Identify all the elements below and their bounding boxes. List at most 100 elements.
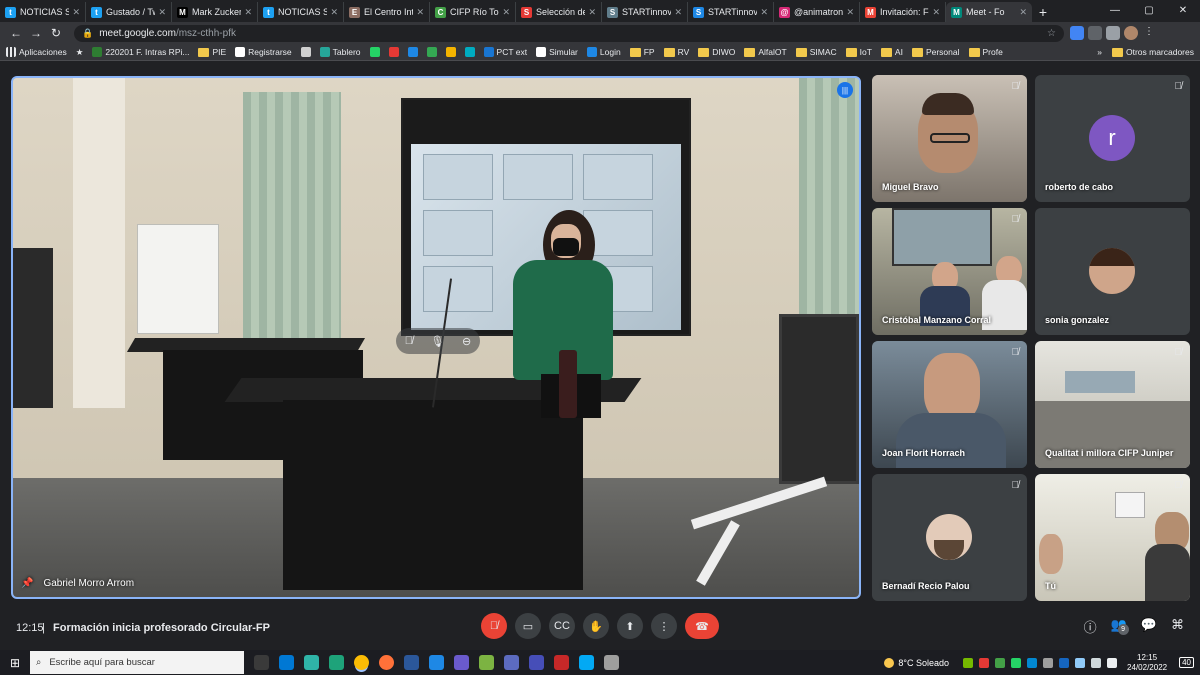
notifications-badge[interactable]: 40	[1179, 657, 1194, 668]
bookmark-item[interactable]: AlfalOT	[744, 47, 787, 57]
outlook-icon[interactable]	[279, 655, 294, 670]
bookmark-item[interactable]: Tablero	[319, 47, 361, 57]
captions-button[interactable]: CC	[549, 613, 575, 639]
chat-icon[interactable]: 💬	[1141, 617, 1157, 644]
bookmark-item[interactable]	[426, 47, 437, 57]
minimize-button[interactable]: —	[1098, 0, 1132, 20]
bookmark-item[interactable]: Simular	[536, 47, 578, 57]
close-tab-icon[interactable]: ✕	[158, 7, 166, 18]
browser-tab[interactable]: M Mark Zuckerb✕	[172, 2, 258, 22]
task-view-icon[interactable]	[254, 655, 269, 670]
word-icon[interactable]	[404, 655, 419, 670]
browser-tab[interactable]: E El Centro Inte✕	[344, 2, 430, 22]
remove-icon[interactable]: ⊖	[462, 335, 471, 348]
bookmark-item[interactable]	[369, 47, 380, 57]
extension-icon[interactable]	[1070, 26, 1084, 40]
tray-icon[interactable]	[1059, 657, 1070, 668]
close-tab-icon[interactable]: ✕	[502, 7, 510, 18]
people-icon[interactable]: 👥 9	[1111, 617, 1129, 644]
app-icon[interactable]	[454, 655, 469, 670]
bookmark-item[interactable]	[445, 47, 456, 57]
browser-tab[interactable]: S STARTinnova ✕	[688, 2, 774, 22]
tray-icon[interactable]	[1027, 657, 1038, 668]
weather-widget[interactable]: 8°C Soleado	[884, 657, 949, 668]
participant-tile[interactable]: 🎙̸ Joan Florit Horrach	[872, 341, 1027, 468]
chrome-icon[interactable]	[354, 655, 369, 670]
address-bar[interactable]: 🔒 meet.google.com/msz-cthh-pfk ☆	[74, 24, 1064, 42]
bookmark-item[interactable]: Aplicaciones	[6, 47, 67, 57]
network-icon[interactable]	[1091, 657, 1102, 668]
close-tab-icon[interactable]: ✕	[674, 7, 682, 18]
close-tab-icon[interactable]: ✕	[760, 7, 768, 18]
tray-icon[interactable]	[1011, 657, 1022, 668]
edge-icon[interactable]	[304, 655, 319, 670]
info-icon[interactable]: ⓘ	[1084, 617, 1097, 644]
bookmark-item[interactable]: Personal	[911, 47, 960, 57]
tray-icon[interactable]	[995, 657, 1006, 668]
close-tab-icon[interactable]: ✕	[330, 7, 338, 18]
app-icon[interactable]	[554, 655, 569, 670]
self-view-tile[interactable]: 🎙̸ Tú	[1035, 474, 1190, 601]
volume-icon[interactable]	[1107, 657, 1118, 668]
bookmark-item[interactable]: 220201 F. Intras RPi...	[92, 47, 189, 57]
raise-hand-button[interactable]: ✋	[583, 613, 609, 639]
bookmark-item[interactable]: DIWO	[698, 47, 735, 57]
profile-avatar[interactable]	[1124, 26, 1138, 40]
taskbar-clock[interactable]: 12:15 24/02/2022	[1127, 653, 1167, 673]
new-tab-button[interactable]: +	[1032, 2, 1054, 22]
other-bookmarks-folder[interactable]: Otros marcadores	[1111, 47, 1194, 57]
maximize-button[interactable]: ▢	[1132, 0, 1166, 20]
camera-toggle-button[interactable]: ▭	[515, 613, 541, 639]
bookmark-item[interactable]: ★	[76, 47, 84, 58]
more-options-button[interactable]: ⋮	[651, 613, 677, 639]
main-speaker-tile[interactable]: 🎙̸ 🎙 ⊖ ||| 📌 Gabriel Morro Arrom	[11, 76, 861, 599]
app-icon[interactable]	[504, 655, 519, 670]
bookmark-item[interactable]	[300, 47, 311, 57]
edge-dev-icon[interactable]	[329, 655, 344, 670]
browser-tab[interactable]: C CIFP Río Torm✕	[430, 2, 516, 22]
bookmark-item[interactable]	[388, 47, 399, 57]
bookmark-item[interactable]	[464, 47, 475, 57]
bookmark-item[interactable]: Profe	[968, 47, 1003, 57]
app-icon[interactable]	[579, 655, 594, 670]
bookmark-item[interactable]: SIMAC	[795, 47, 837, 57]
extension-icon[interactable]	[1088, 26, 1102, 40]
browser-tab[interactable]: S STARTinnova ✕	[602, 2, 688, 22]
participant-tile[interactable]: r 🎙̸ roberto de cabo	[1035, 75, 1190, 202]
close-window-button[interactable]: ✕	[1166, 0, 1200, 20]
leave-call-button[interactable]: ☎	[685, 613, 719, 639]
participant-tile[interactable]: 🎙̸ Bernadí Recio Palou	[872, 474, 1027, 601]
activities-icon[interactable]: ⌘	[1171, 617, 1184, 644]
mic-off-icon[interactable]: 🎙̸	[405, 335, 413, 347]
bookmark-item[interactable]: RV	[663, 47, 689, 57]
app-icon[interactable]	[604, 655, 619, 670]
tray-icon[interactable]	[979, 657, 990, 668]
browser-tab[interactable]: M Invitación: Fo ✕	[860, 2, 946, 22]
reload-button[interactable]: ↻	[46, 24, 66, 42]
menu-kebab-icon[interactable]: ⋮	[1142, 26, 1156, 40]
close-tab-icon[interactable]: ✕	[846, 7, 854, 18]
close-tab-icon[interactable]: ✕	[932, 7, 940, 18]
onedrive-icon[interactable]	[1075, 657, 1086, 668]
tray-icon[interactable]	[1043, 657, 1054, 668]
browser-tab[interactable]: t Gustado / Tw ✕	[86, 2, 172, 22]
browser-tab[interactable]: t NOTICIAS Sal✕	[258, 2, 344, 22]
app-icon[interactable]	[429, 655, 444, 670]
notepad-icon[interactable]	[479, 655, 494, 670]
mic-toggle-button[interactable]: 🎙̸	[481, 613, 507, 639]
tray-icon[interactable]	[963, 657, 974, 668]
participant-tile[interactable]: 🎙̸ Qualitat i millora CIFP Juniper	[1035, 341, 1190, 468]
close-tab-icon[interactable]: ✕	[1019, 7, 1027, 18]
close-tab-icon[interactable]: ✕	[244, 7, 252, 18]
close-tab-icon[interactable]: ✕	[72, 7, 80, 18]
bookmark-item[interactable]: PCT ext	[483, 47, 527, 57]
back-button[interactable]: ←	[6, 24, 26, 42]
mic-icon[interactable]: 🎙	[431, 335, 445, 348]
close-tab-icon[interactable]: ✕	[588, 7, 596, 18]
pin-icon[interactable]: 📌	[21, 578, 33, 589]
bookmark-item[interactable]	[407, 47, 418, 57]
extensions-puzzle-icon[interactable]	[1106, 26, 1120, 40]
browser-tab[interactable]: t NOTICIAS Sal✕	[0, 2, 86, 22]
bookmark-item[interactable]: Registrarse	[235, 47, 292, 57]
bookmark-item[interactable]: IoT	[845, 47, 872, 57]
